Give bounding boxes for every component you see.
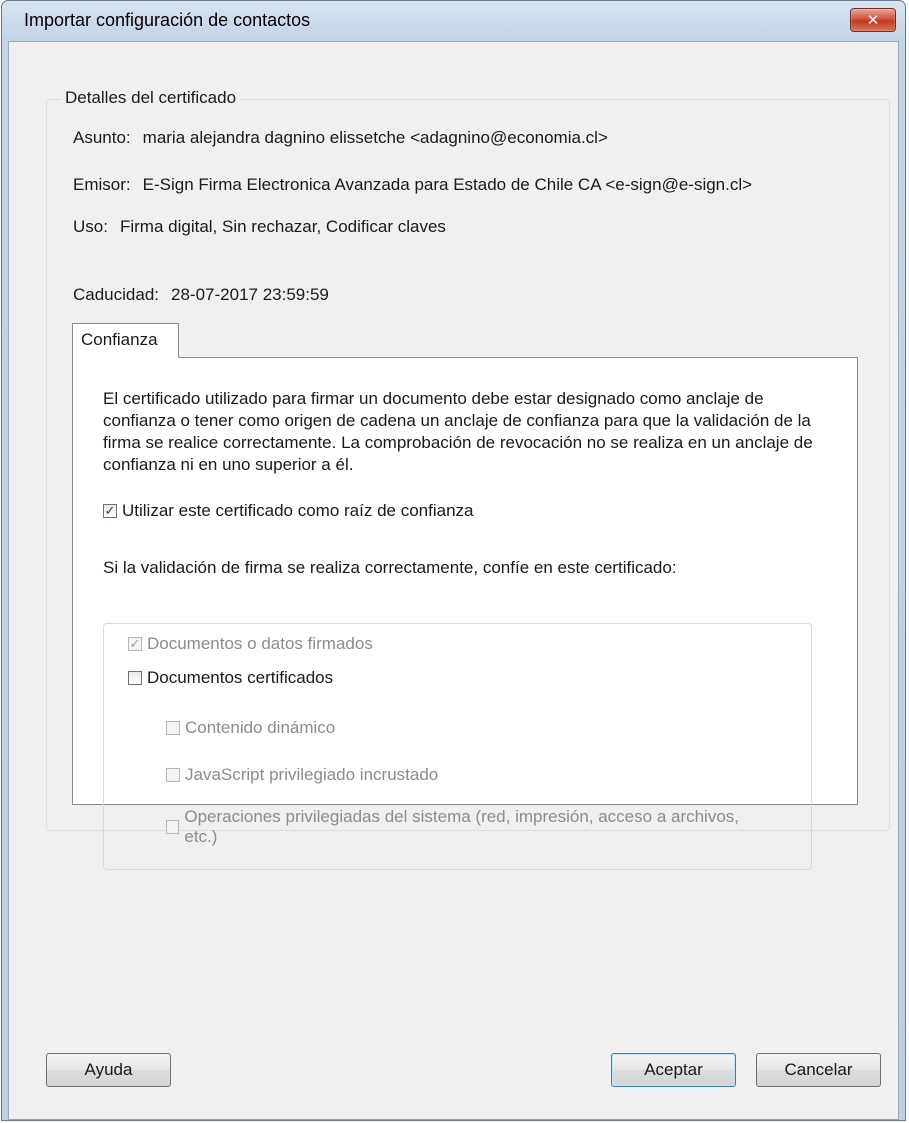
signed-docs-checkbox: ✓ — [128, 636, 142, 651]
signed-docs-label: Documentos o datos firmados — [147, 634, 373, 653]
window-title: Importar configuración de contactos — [24, 10, 311, 30]
title-bar[interactable]: Importar configuración de contactos ✕ — [2, 1, 905, 41]
system-ops-label: Operaciones privilegiadas del sistema (r… — [184, 807, 740, 846]
embedded-js-row: JavaScript privilegiado incrustado — [166, 765, 438, 785]
dialog-window: Importar configuración de contactos ✕ De… — [1, 0, 906, 1121]
usage-row: Uso: Firma digital, Sin rechazar, Codific… — [73, 217, 446, 237]
help-button-label: Ayuda — [84, 1060, 133, 1079]
close-button[interactable]: ✕ — [850, 8, 896, 32]
certificate-details-group: Detalles del certificado Asunto: maria al… — [46, 88, 890, 870]
use-as-root-checkbox-row[interactable]: ✓ Utilizar este certificado como raíz de… — [103, 501, 474, 521]
signed-docs-row: ✓ Documentos o datos firmados — [128, 634, 373, 654]
dynamic-content-row: Contenido dinámico — [166, 718, 335, 738]
close-icon: ✕ — [866, 12, 880, 29]
embedded-js-label: JavaScript privilegiado incrustado — [185, 765, 439, 784]
expiry-value: 28-07-2017 23:59:59 — [171, 285, 329, 304]
subject-row: Asunto: maria alejandra dagnino elissetch… — [73, 128, 608, 148]
usage-label: Uso: — [73, 217, 108, 236]
certified-docs-checkbox[interactable] — [128, 671, 142, 685]
embedded-js-checkbox — [166, 768, 180, 782]
subject-value: maria alejandra dagnino elissetche <adag… — [142, 128, 608, 147]
certificate-details-legend: Detalles del certificado — [61, 88, 241, 108]
subject-label: Asunto: — [73, 128, 131, 147]
cancel-button-label: Cancelar — [784, 1060, 853, 1079]
issuer-value: E-Sign Firma Electronica Avanzada para E… — [142, 175, 753, 194]
certified-docs-label: Documentos certificados — [147, 668, 334, 687]
certified-docs-row[interactable]: Documentos certificados — [128, 668, 333, 688]
expiry-label: Caducidad: — [73, 285, 160, 304]
use-as-root-label: Utilizar este certificado como raíz de c… — [122, 501, 474, 520]
use-as-root-checkbox[interactable]: ✓ — [103, 504, 117, 518]
ok-button[interactable]: Aceptar — [611, 1053, 736, 1087]
help-button[interactable]: Ayuda — [46, 1053, 171, 1087]
tab-confianza-label: Confianza — [81, 330, 158, 349]
system-ops-row: Operaciones privilegiadas del sistema (r… — [166, 807, 746, 847]
issuer-label: Emisor: — [73, 175, 131, 194]
ok-button-label: Aceptar — [644, 1060, 703, 1079]
dialog-body: Detalles del certificado Asunto: maria al… — [8, 41, 899, 1120]
trust-options-group: ✓ Documentos o datos firmados Documentos… — [103, 623, 812, 870]
tab-confianza[interactable]: Confianza — [72, 323, 179, 358]
system-ops-checkbox — [166, 820, 180, 834]
usage-value: Firma digital, Sin rechazar, Codificar c… — [119, 217, 446, 236]
trust-description: El certificado utilizado para firmar un … — [103, 389, 813, 474]
expiry-row: Caducidad: 28-07-2017 23:59:59 — [73, 285, 329, 305]
trust-question: Si la validación de firma se realiza cor… — [103, 558, 677, 577]
trust-tab-panel: El certificado utilizado para firmar un … — [72, 357, 858, 870]
dynamic-content-label: Contenido dinámico — [185, 718, 336, 737]
issuer-row: Emisor: E-Sign Firma Electronica Avanzada… — [73, 175, 752, 195]
cancel-button[interactable]: Cancelar — [756, 1053, 881, 1087]
dynamic-content-checkbox — [166, 721, 180, 735]
